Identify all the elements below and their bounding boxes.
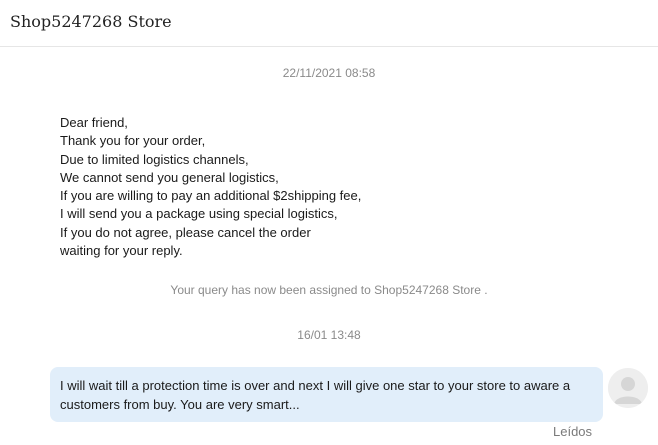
message-timestamp: 22/11/2021 08:58 (282, 66, 376, 80)
store-name-title[interactable]: Shop5247268 Store (10, 12, 172, 31)
user-avatar-icon[interactable] (608, 368, 648, 408)
message-timestamp: 16/01 13:48 (297, 328, 361, 342)
chat-window: Shop5247268 Store 22/11/2021 08:58 Dear … (0, 0, 658, 445)
seller-message-line: If you do not agree, please cancel the o… (60, 224, 311, 240)
seller-message-line: We cannot send you general logistics, (60, 169, 279, 185)
avatar-silhouette-icon (608, 368, 648, 408)
seller-message-line: Due to limited logistics channels, (60, 151, 249, 167)
seller-message: Dear friend, Thank you for your order, D… (60, 114, 361, 260)
seller-message-line: If you are willing to pay an additional … (60, 188, 362, 204)
user-message-text: I will wait till a protection time is ov… (60, 378, 571, 412)
read-receipt-status: Leídos (553, 424, 593, 439)
seller-message-line: I will send you a package using special … (60, 206, 338, 222)
system-assignment-note: Your query has now been assigned to Shop… (170, 283, 488, 297)
seller-message-line: Thank you for your order, (60, 133, 206, 149)
chat-header: Shop5247268 Store (0, 0, 658, 47)
seller-message-line: Dear friend, (60, 115, 128, 130)
seller-message-line: waiting for your reply. (60, 243, 183, 259)
user-message-bubble[interactable]: I will wait till a protection time is ov… (50, 367, 603, 422)
